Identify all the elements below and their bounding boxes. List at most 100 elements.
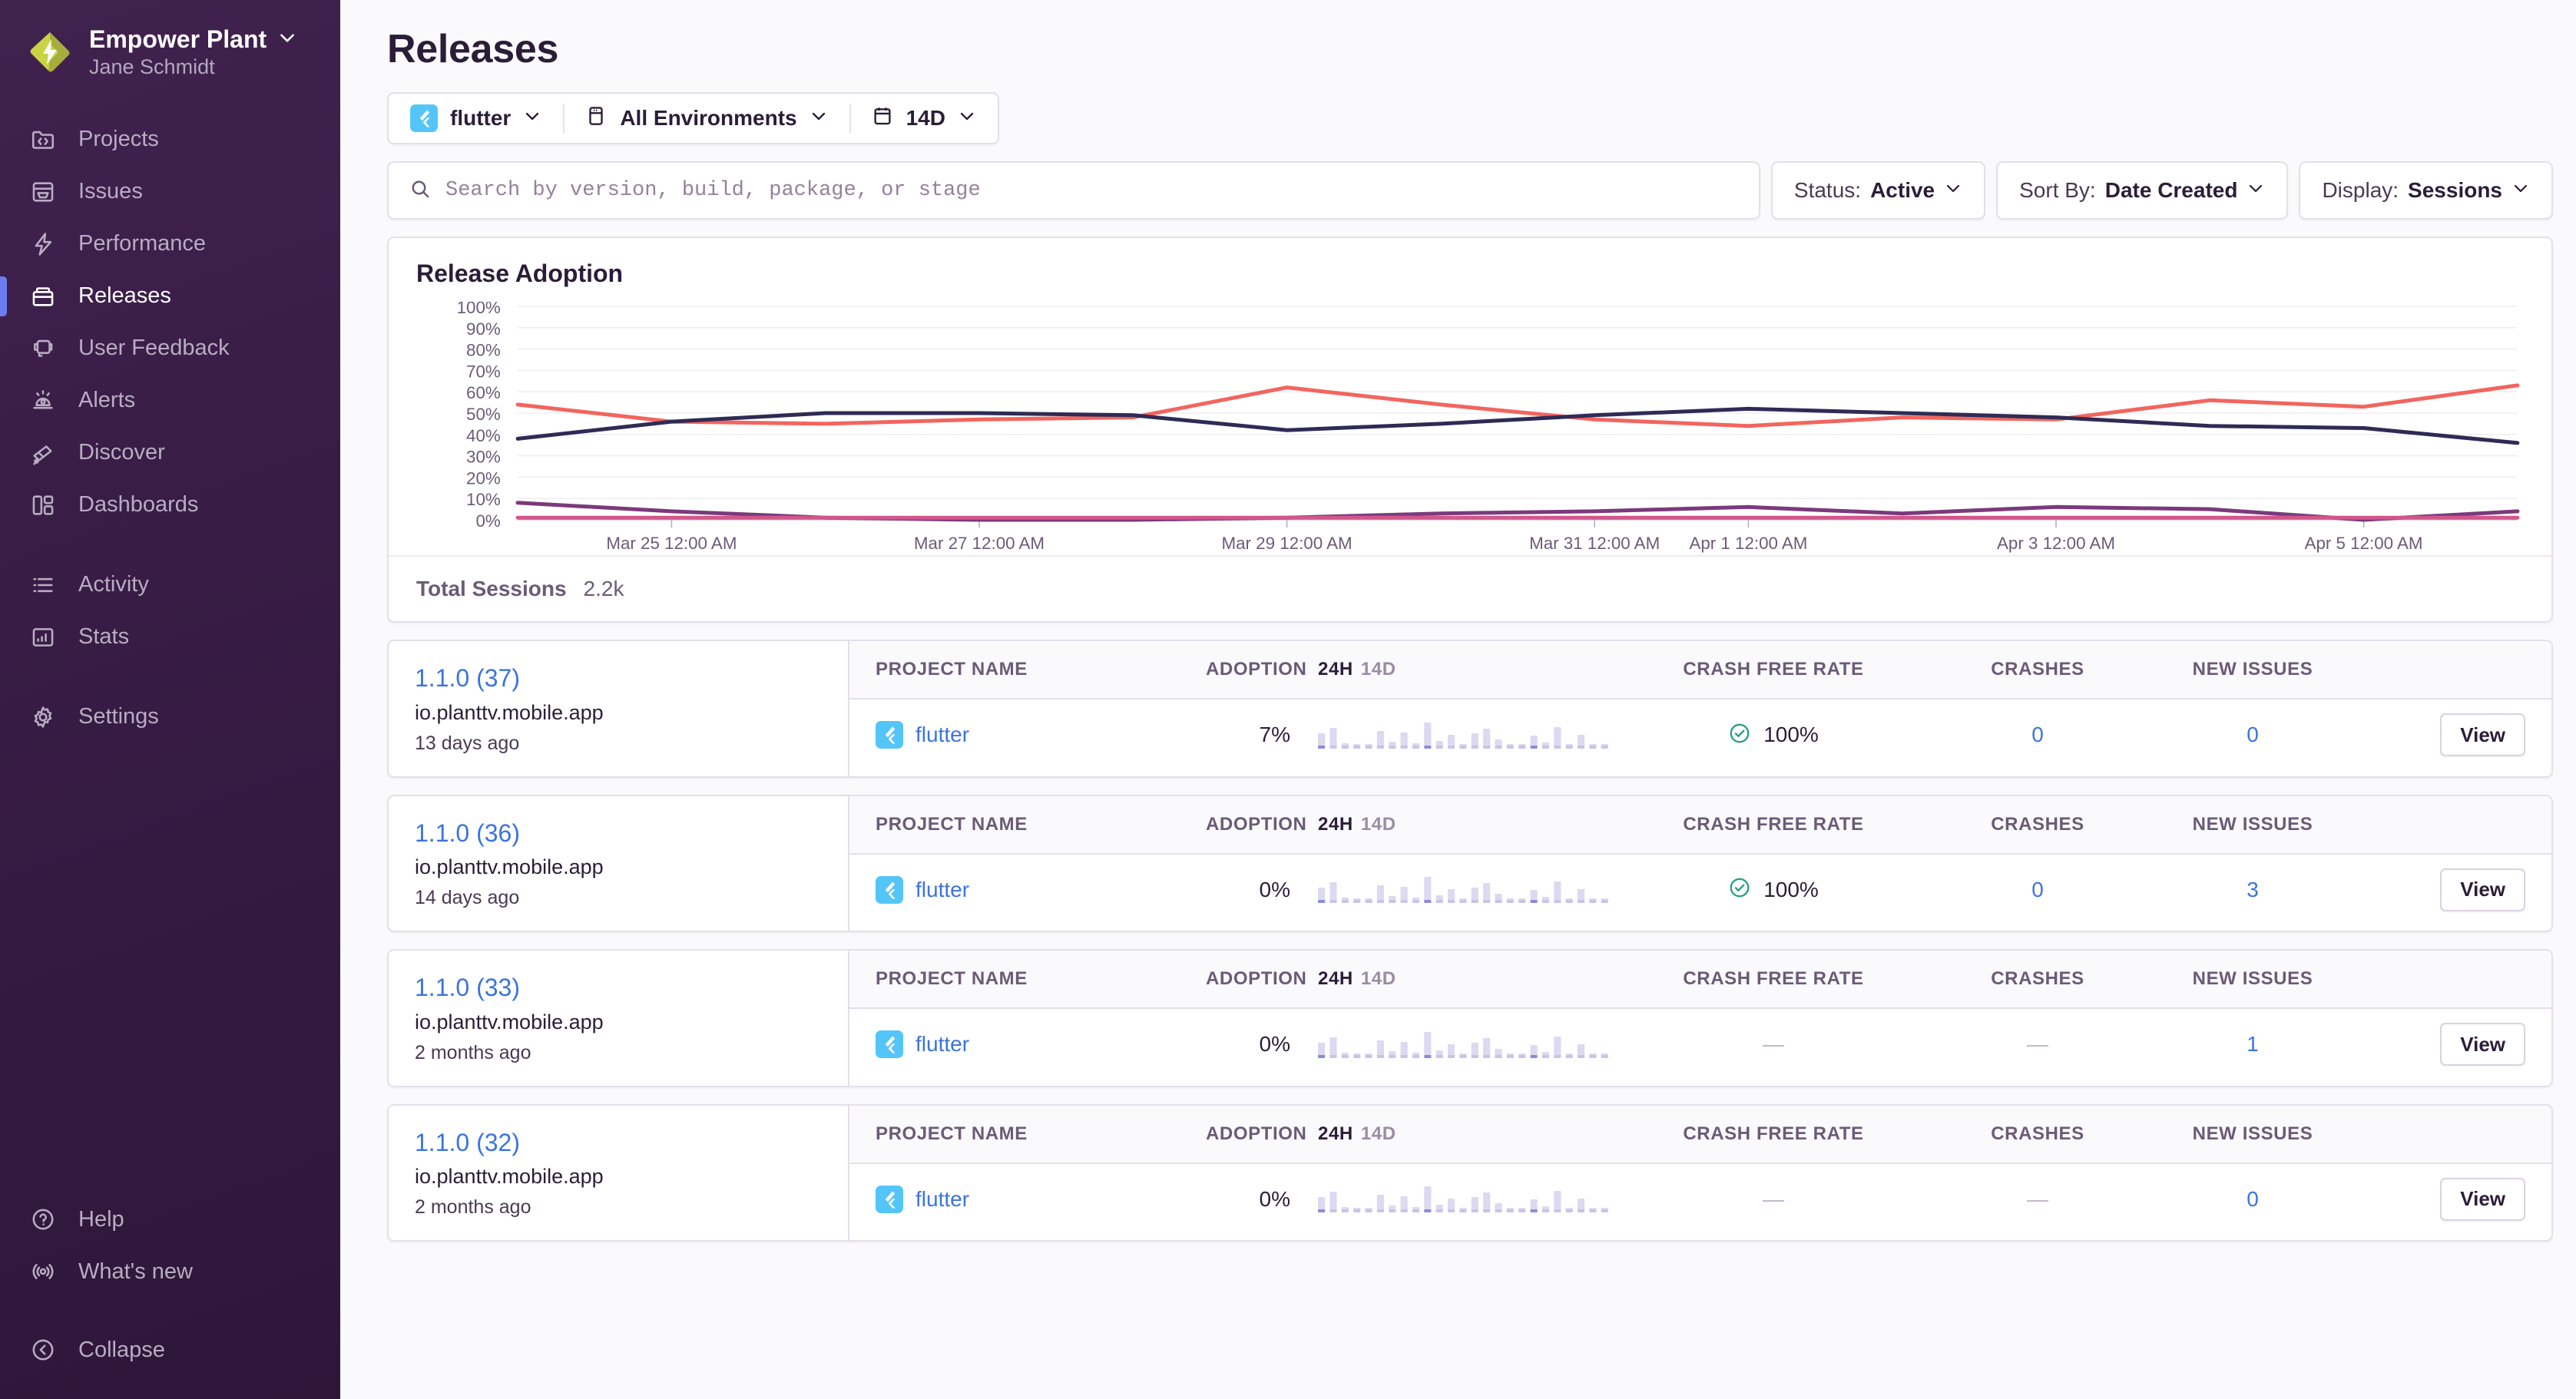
flutter-icon <box>876 721 903 749</box>
release-version-link[interactable]: 1.1.0 (33) <box>415 972 822 1004</box>
new-issues-value[interactable]: 3 <box>2247 878 2259 901</box>
range-24h-toggle[interactable]: 24H <box>1318 968 1353 989</box>
releases-icon <box>28 281 58 312</box>
search-input[interactable] <box>445 179 1739 202</box>
adoption-value: 0% <box>1206 1187 1290 1212</box>
sidebar-item-dashboards[interactable]: Dashboards <box>0 479 340 531</box>
col-header-range[interactable]: 24H 14D <box>1290 1123 1613 1145</box>
view-button[interactable]: View <box>2440 1178 2525 1221</box>
svg-text:Mar 29 12:00 AM: Mar 29 12:00 AM <box>1222 534 1353 553</box>
chevron-down-icon <box>958 106 976 131</box>
col-header-crashes: CRASHES <box>1934 659 2141 680</box>
sidebar-item-whats-new[interactable]: What's new <box>0 1245 340 1298</box>
range-14d-toggle[interactable]: 14D <box>1361 814 1396 835</box>
environment-selector-label: All Environments <box>620 106 796 131</box>
view-button[interactable]: View <box>2440 1023 2525 1066</box>
release-package: io.planttv.mobile.app <box>415 701 822 725</box>
range-24h-toggle[interactable]: 24H <box>1318 1123 1353 1144</box>
release-package: io.planttv.mobile.app <box>415 855 822 879</box>
crash-free-value: — <box>1763 1187 1784 1211</box>
release-version-link[interactable]: 1.1.0 (36) <box>415 818 822 850</box>
sidebar-item-collapse[interactable]: Collapse <box>0 1324 340 1376</box>
chart-title: Release Adoption <box>416 260 2524 288</box>
range-14d-toggle[interactable]: 14D <box>1361 659 1396 680</box>
project-name-link[interactable]: flutter <box>916 1032 969 1057</box>
col-header-range[interactable]: 24H 14D <box>1290 968 1613 990</box>
crashes-value[interactable]: 0 <box>2031 723 2044 746</box>
col-header-adoption: ADOPTION <box>1206 1123 1290 1145</box>
org-name: Empower Plant <box>89 25 267 55</box>
adoption-sparkline <box>1290 716 1613 754</box>
adoption-sparkline <box>1290 871 1613 908</box>
sidebar-item-issues[interactable]: Issues <box>0 166 340 218</box>
sidebar-item-stats[interactable]: Stats <box>0 611 340 663</box>
sidebar-item-discover[interactable]: Discover <box>0 427 340 479</box>
project-cell: flutter <box>876 876 1206 904</box>
nav-bottom-gap <box>0 1298 340 1324</box>
project-name-link[interactable]: flutter <box>916 723 969 747</box>
release-card: 1.1.0 (37)io.planttv.mobile.app13 days a… <box>387 640 2553 778</box>
global-filter-bar: flutter All Environments <box>387 92 999 144</box>
sidebar-item-label: Help <box>78 1207 124 1232</box>
new-issues-value[interactable]: 1 <box>2247 1032 2259 1056</box>
status-filter-label: Status: <box>1794 178 1861 203</box>
col-header-crash-free: CRASH FREE RATE <box>1613 814 1934 835</box>
sidebar-item-settings[interactable]: Settings <box>0 691 340 743</box>
project-selector[interactable]: flutter <box>389 94 563 143</box>
crashes-value[interactable]: 0 <box>2031 878 2044 901</box>
display-label: Display: <box>2322 178 2399 203</box>
crashes-cell: 0 <box>1934 723 2141 747</box>
sort-by-value: Date Created <box>2105 178 2238 203</box>
sidebar-item-alerts[interactable]: Alerts <box>0 375 340 427</box>
release-version-link[interactable]: 1.1.0 (32) <box>415 1127 822 1159</box>
total-sessions-value: 2.2k <box>584 577 624 601</box>
range-14d-toggle[interactable]: 14D <box>1361 968 1396 989</box>
project-name-link[interactable]: flutter <box>916 1187 969 1212</box>
status-filter[interactable]: Status: Active <box>1771 161 1985 220</box>
project-cell: flutter <box>876 721 1206 749</box>
col-header-range[interactable]: 24H 14D <box>1290 814 1613 835</box>
new-issues-value[interactable]: 0 <box>2247 723 2259 746</box>
sidebar-item-label: Discover <box>78 440 165 465</box>
sidebar-item-label: Releases <box>78 283 171 309</box>
help-icon <box>28 1204 58 1235</box>
view-button[interactable]: View <box>2440 713 2525 756</box>
sort-by-filter[interactable]: Sort By: Date Created <box>1996 161 2288 220</box>
release-card: 1.1.0 (36)io.planttv.mobile.app14 days a… <box>387 795 2553 933</box>
release-adoption-chart[interactable]: 100%90%80%70%60%50%40%30%20%10%0%Mar 25 … <box>416 302 2524 555</box>
svg-text:10%: 10% <box>466 490 501 509</box>
sidebar-item-help[interactable]: Help <box>0 1193 340 1245</box>
crash-free-rate-cell: — <box>1613 1032 1934 1057</box>
col-header-new-issues: NEW ISSUES <box>2141 968 2364 990</box>
org-switcher[interactable]: Empower Plant Jane Schmidt <box>0 18 340 86</box>
release-version-link[interactable]: 1.1.0 (37) <box>415 663 822 695</box>
col-header-new-issues: NEW ISSUES <box>2141 659 2364 680</box>
sidebar-item-releases[interactable]: Releases <box>0 270 340 322</box>
actions-cell: View <box>2364 1178 2525 1221</box>
search-box[interactable] <box>387 161 1760 220</box>
date-range-selector[interactable]: 14D <box>849 94 998 143</box>
org-text: Empower Plant Jane Schmidt <box>89 25 297 80</box>
environment-selector[interactable]: All Environments <box>563 94 849 143</box>
sidebar-item-performance[interactable]: Performance <box>0 218 340 270</box>
adoption-value: 0% <box>1206 1032 1290 1057</box>
project-name-link[interactable]: flutter <box>916 878 969 902</box>
chevron-down-icon <box>2511 178 2530 203</box>
chevron-down-icon <box>1944 178 1962 203</box>
new-issues-value[interactable]: 0 <box>2247 1187 2259 1211</box>
range-14d-toggle[interactable]: 14D <box>1361 1123 1396 1144</box>
col-header-range[interactable]: 24H 14D <box>1290 659 1613 680</box>
sidebar-item-activity[interactable]: Activity <box>0 559 340 611</box>
release-list: 1.1.0 (37)io.planttv.mobile.app13 days a… <box>371 640 2553 1242</box>
release-metrics: PROJECT NAMEADOPTION24H14DCRASH FREE RAT… <box>849 951 2551 1086</box>
range-24h-toggle[interactable]: 24H <box>1318 814 1353 835</box>
crashes-cell: — <box>1934 1032 2141 1057</box>
display-filter[interactable]: Display: Sessions <box>2299 161 2553 220</box>
range-24h-toggle[interactable]: 24H <box>1318 659 1353 680</box>
sidebar-nav-primary: Projects Issues Performance <box>0 114 340 743</box>
sidebar-item-user-feedback[interactable]: User Feedback <box>0 322 340 375</box>
view-button[interactable]: View <box>2440 868 2525 911</box>
release-table-header: PROJECT NAMEADOPTION24H14DCRASH FREE RAT… <box>849 796 2551 855</box>
svg-text:80%: 80% <box>466 341 501 360</box>
sidebar-item-projects[interactable]: Projects <box>0 114 340 166</box>
